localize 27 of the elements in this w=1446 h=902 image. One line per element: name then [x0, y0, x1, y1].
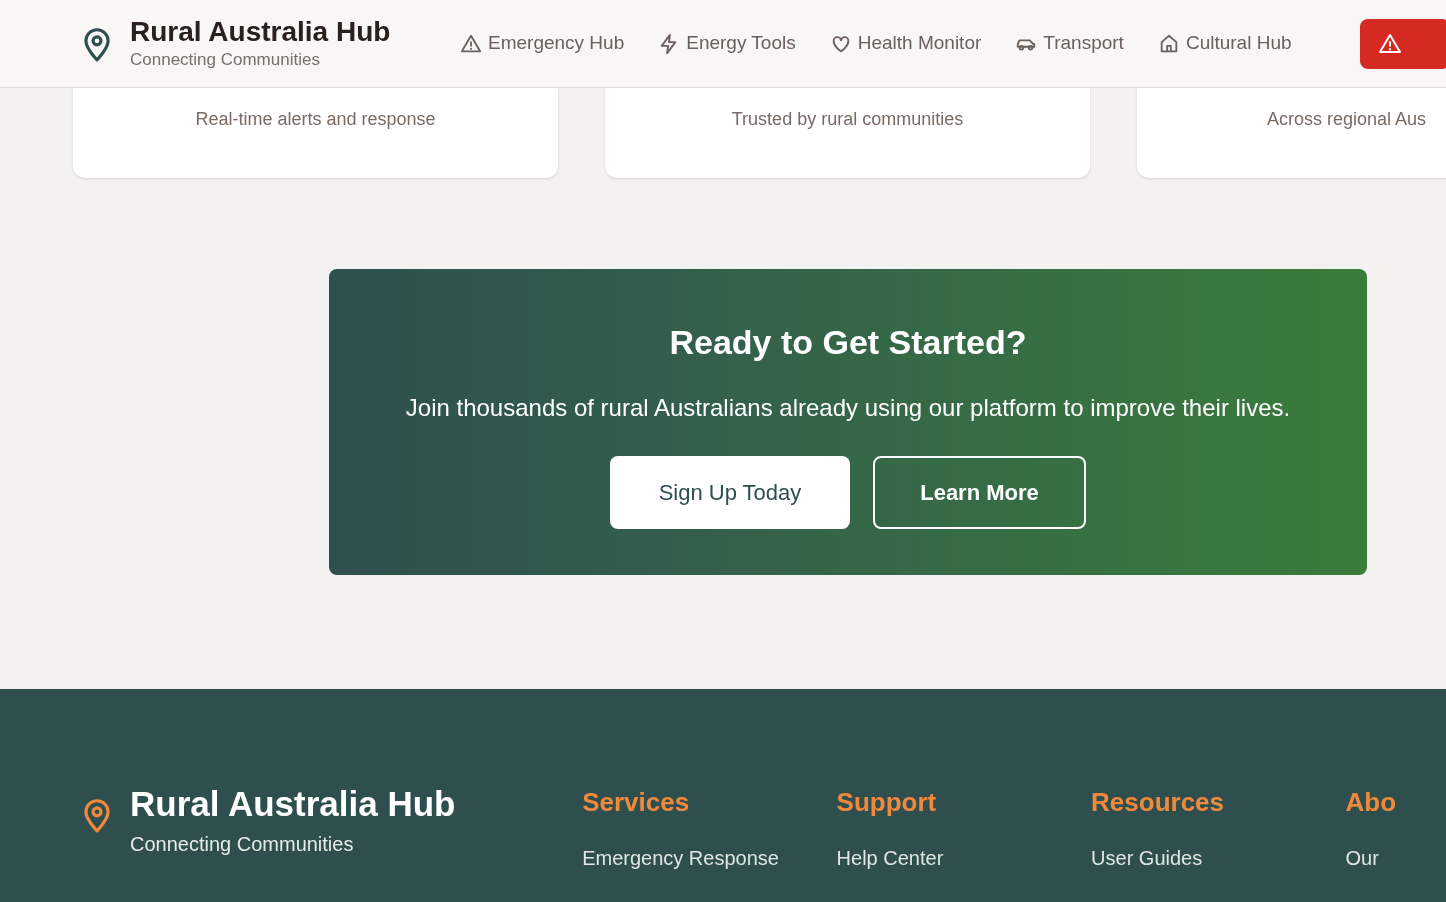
- footer-link[interactable]: Our: [1345, 843, 1446, 873]
- footer-link[interactable]: User Guides: [1091, 843, 1346, 873]
- nav-link[interactable]: Energy Tools: [658, 29, 796, 58]
- stat-caption: Real-time alerts and response: [195, 108, 436, 131]
- footer-heading: Resources: [1091, 786, 1226, 819]
- site-title: Rural Australia Hub: [130, 15, 391, 48]
- learn-more-button[interactable]: Learn More: [873, 456, 1086, 529]
- stat-caption: Across regional Aus: [1267, 108, 1427, 131]
- footer-heading: Abo: [1345, 786, 1398, 819]
- footer-heading: Support: [836, 786, 938, 819]
- footer-link[interactable]: Emergency Response: [582, 843, 837, 873]
- nav-link[interactable]: Emergency Hub: [460, 29, 625, 58]
- site-tagline: Connecting Communities: [130, 48, 321, 71]
- footer-heading: Services: [582, 786, 691, 819]
- alert-button[interactable]: [1359, 18, 1446, 69]
- cta-text: Join thousands of rural Australians already using our platform to improve their lives.: [405, 393, 1291, 423]
- footer-link[interactable]: Help Center: [836, 843, 1092, 873]
- sign-up-button[interactable]: Sign Up Today: [610, 456, 850, 529]
- footer-tagline: Connecting Communities: [130, 832, 355, 857]
- nav-link[interactable]: Transport: [1015, 29, 1124, 58]
- warning-icon: [460, 32, 482, 55]
- cta-heading: Ready to Get Started?: [669, 322, 1027, 363]
- nav-link[interactable]: Health Monitor: [829, 29, 982, 58]
- nav-link[interactable]: Cultural Hub: [1157, 29, 1292, 58]
- footer-title: Rural Australia Hub: [130, 785, 456, 823]
- stat-caption: Trusted by rural communities: [731, 108, 964, 131]
- warning-icon: [1377, 31, 1402, 56]
